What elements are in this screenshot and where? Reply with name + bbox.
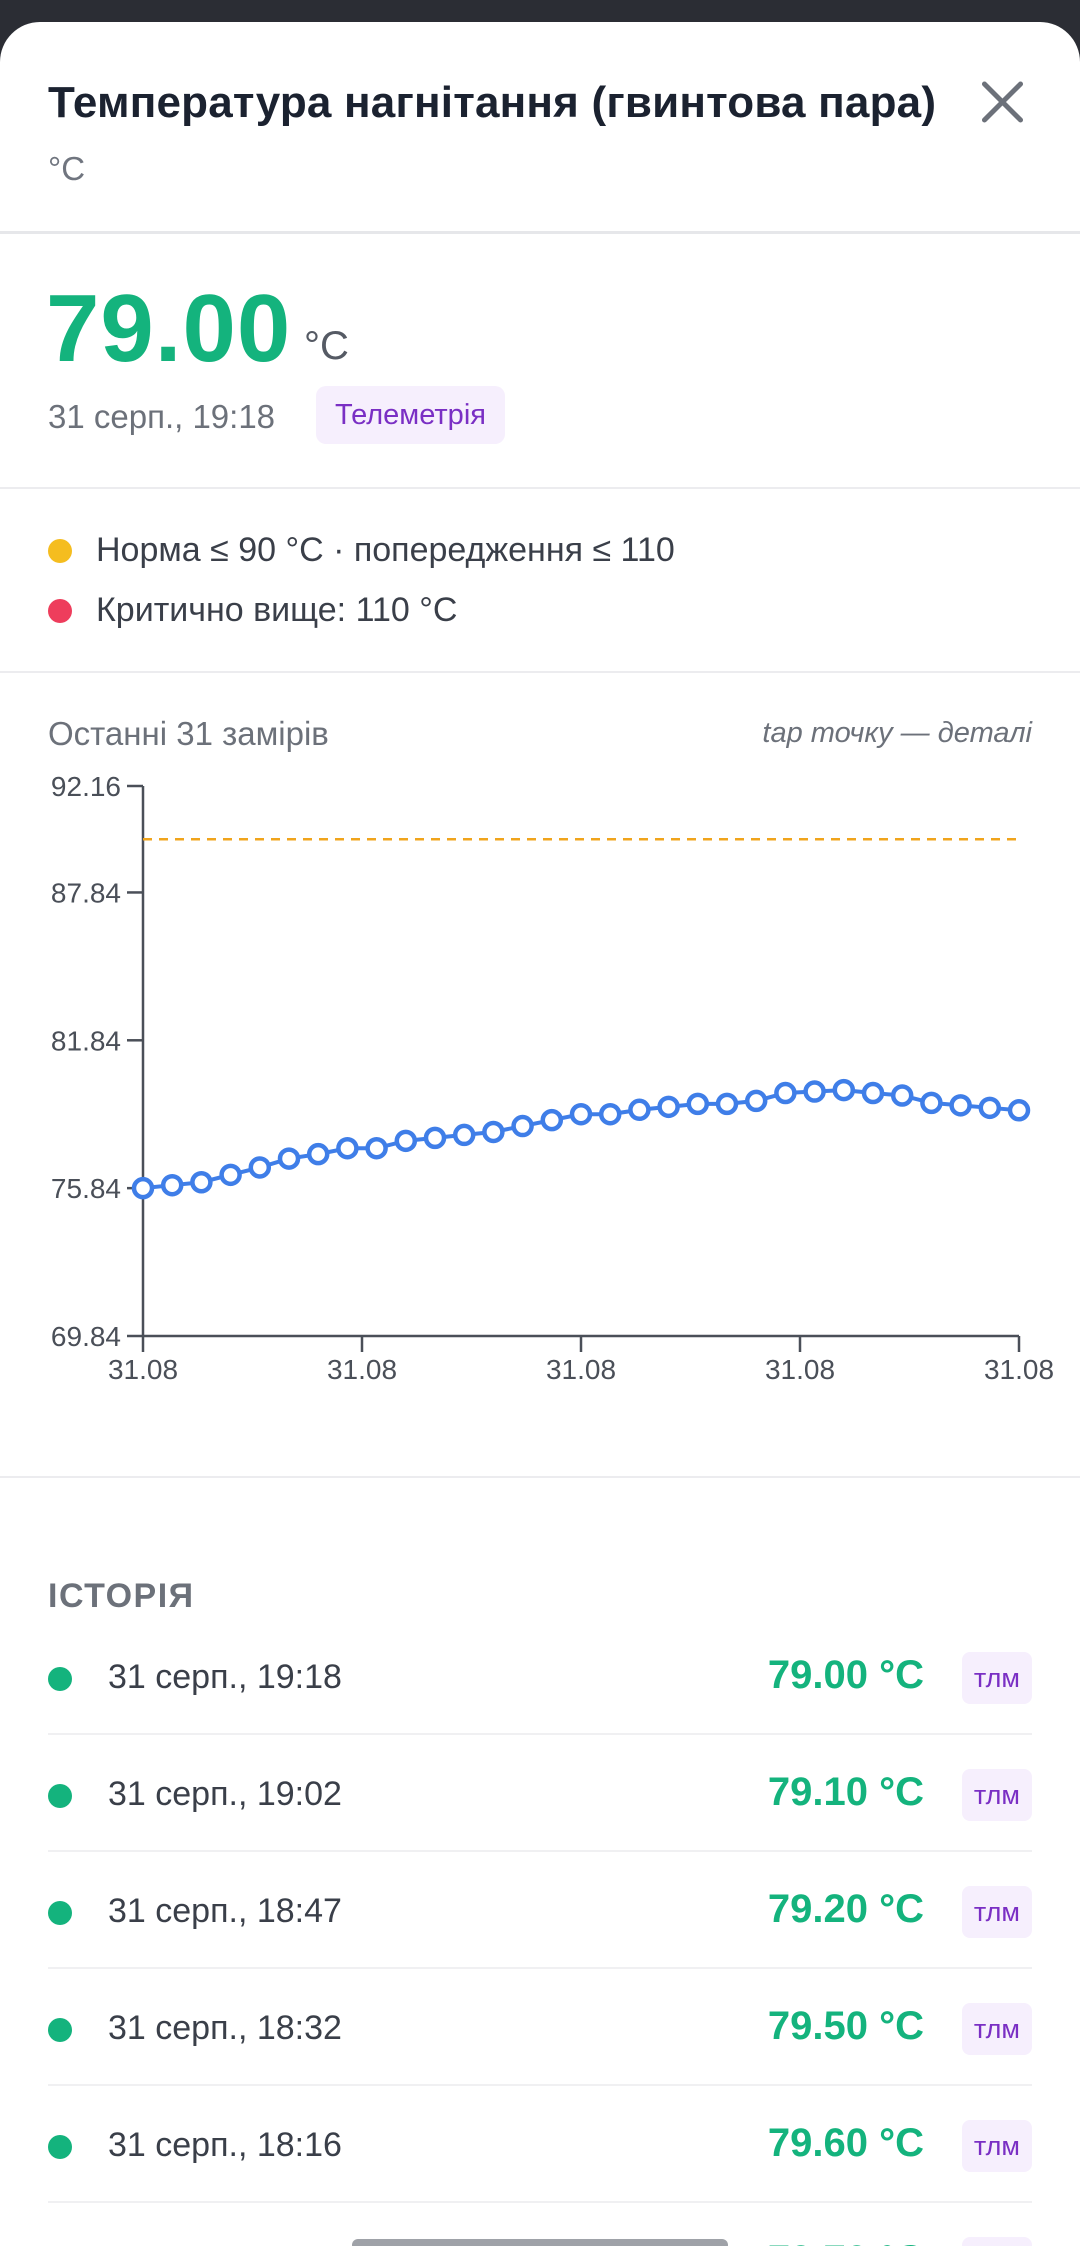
line-chart[interactable]: 92.1687.8481.8475.8469.8431.08 31.08 31.08… xyxy=(0,673,1080,1478)
data-point[interactable] xyxy=(569,1102,593,1126)
x-tick-label: 31.08 xyxy=(765,1354,835,1385)
history-value: 79.70 °C xyxy=(768,2238,924,2246)
y-tick-label: 87.84 xyxy=(51,877,121,908)
data-point[interactable] xyxy=(277,1147,301,1170)
history-row[interactable]: 31 серп., 18:16 79.60 °C тлм xyxy=(48,2086,1032,2203)
history-time: 31 серп., 18:16 xyxy=(108,2126,342,2164)
history-title: ІСТОРІЯ xyxy=(48,1577,195,1615)
x-tick-label: 31.08 xyxy=(108,1354,178,1385)
history-time: 31 серп., 18:47 xyxy=(108,1892,342,1930)
history-value: 79.60 °C xyxy=(767,2121,924,2165)
data-point[interactable] xyxy=(803,1080,826,1103)
legend-label: Критично вище: 110 °C xyxy=(96,591,458,629)
y-tick-label: 81.84 xyxy=(51,1025,121,1056)
data-point[interactable] xyxy=(628,1098,651,1122)
x-tick-label: 31.08 xyxy=(327,1354,397,1385)
history-row[interactable]: 31 серп., 18:32 79.50 °C тлм xyxy=(48,1969,1032,2086)
history-row[interactable]: 31 серп., 18:47 79.20 °C тлм xyxy=(48,1852,1032,1969)
sheet-header: Температура нагнітання (гвинтова пара) °… xyxy=(0,22,1080,234)
data-point[interactable] xyxy=(832,1078,856,1102)
bottom-sheet: Температура нагнітання (гвинтова пара) °… xyxy=(0,22,1080,2246)
status-dot xyxy=(48,1784,72,1808)
close-icon[interactable] xyxy=(978,78,1026,126)
data-point[interactable] xyxy=(190,1170,213,1194)
data-point[interactable] xyxy=(744,1089,768,1113)
source-badge: Телеметрія xyxy=(316,386,505,444)
history-source-badge: тлм xyxy=(961,2120,1032,2172)
data-point[interactable] xyxy=(423,1126,447,1150)
data-point[interactable] xyxy=(1007,1099,1031,1122)
status-dot xyxy=(48,2135,72,2159)
current-timestamp: 31 серп., 19:18 xyxy=(48,398,276,435)
sensor-unit: °C xyxy=(48,150,86,187)
data-point[interactable] xyxy=(715,1092,739,1116)
status-dot xyxy=(48,1667,72,1691)
y-tick-label: 69.84 xyxy=(51,1321,121,1352)
history-row[interactable]: 31 серп., 19:02 79.10 °C тлм xyxy=(48,1735,1032,1852)
history-source-badge: тлм xyxy=(961,2003,1032,2055)
history-time: 31 серп., 19:02 xyxy=(108,1775,342,1813)
data-point[interactable] xyxy=(540,1108,564,1132)
current-reading: 79.00 °C 31 серп., 19:18 Телеметрія xyxy=(0,234,1080,489)
home-indicator xyxy=(352,2239,728,2246)
data-point[interactable] xyxy=(598,1102,622,1126)
data-point[interactable] xyxy=(394,1129,418,1153)
data-point[interactable] xyxy=(657,1095,680,1119)
history-value: 79.20 °C xyxy=(767,1887,924,1931)
data-point[interactable] xyxy=(686,1092,710,1116)
data-point[interactable] xyxy=(949,1094,972,1117)
current-value: 79.00 xyxy=(46,275,292,382)
x-tick-label: 31.08 xyxy=(546,1354,616,1385)
current-unit: °C xyxy=(304,324,349,368)
data-point[interactable] xyxy=(861,1081,885,1105)
y-tick-label: 75.84 xyxy=(51,1173,121,1204)
data-point[interactable] xyxy=(131,1176,155,1200)
history-value: 79.50 °C xyxy=(767,2004,924,2048)
history-time: 31 серп., 18:32 xyxy=(108,2009,342,2047)
data-point[interactable] xyxy=(306,1142,330,1166)
history-row[interactable]: 31 серп., 19:18 79.00 °C тлм xyxy=(48,1618,1032,1735)
data-point[interactable] xyxy=(336,1136,359,1160)
data-point[interactable] xyxy=(248,1156,272,1179)
history-value: 79.00 °C xyxy=(767,1653,924,1697)
history-value: 79.10 °C xyxy=(767,1770,924,1814)
data-point[interactable] xyxy=(890,1084,914,1107)
data-point[interactable] xyxy=(160,1173,184,1197)
history-source-badge: тлм xyxy=(961,1886,1032,1938)
legend-label: Норма ≤ 90 °C · попередження ≤ 110 xyxy=(96,531,675,569)
data-point[interactable] xyxy=(774,1081,797,1105)
y-tick-label: 92.16 xyxy=(51,771,121,802)
data-point[interactable] xyxy=(219,1163,242,1187)
data-point[interactable] xyxy=(365,1136,388,1160)
history-source-badge: тлм xyxy=(961,1769,1032,1821)
history-time: 31 серп., 19:18 xyxy=(108,1658,342,1696)
legend-item-norm: Норма ≤ 90 °C · попередження ≤ 110 xyxy=(48,531,675,570)
data-point[interactable] xyxy=(920,1091,943,1115)
history-source-badge: тлм xyxy=(961,1652,1032,1704)
data-point[interactable] xyxy=(482,1120,505,1144)
data-point[interactable] xyxy=(511,1114,534,1138)
status-dot xyxy=(48,2018,72,2042)
legend-item-critical: Критично вище: 110 °C xyxy=(48,591,457,630)
status-dot xyxy=(48,1901,72,1925)
data-point[interactable] xyxy=(978,1096,1002,1120)
legend-dot-critical xyxy=(48,598,72,623)
legend-dot-warning xyxy=(48,538,72,563)
data-point[interactable] xyxy=(452,1123,476,1147)
sensor-title: Температура нагнітання (гвинтова пара) xyxy=(48,78,937,127)
history-source-badge: тлм xyxy=(961,2237,1032,2246)
chart-section: Останні 31 замірів tap точку — деталі 92… xyxy=(0,673,1080,1478)
x-tick-label: 31.08 xyxy=(984,1354,1054,1385)
threshold-legend: Норма ≤ 90 °C · попередження ≤ 110 Крити… xyxy=(0,489,1080,673)
history-list: 31 серп., 19:18 79.00 °C тлм 31 серп., 19:0… xyxy=(48,1618,1032,2246)
